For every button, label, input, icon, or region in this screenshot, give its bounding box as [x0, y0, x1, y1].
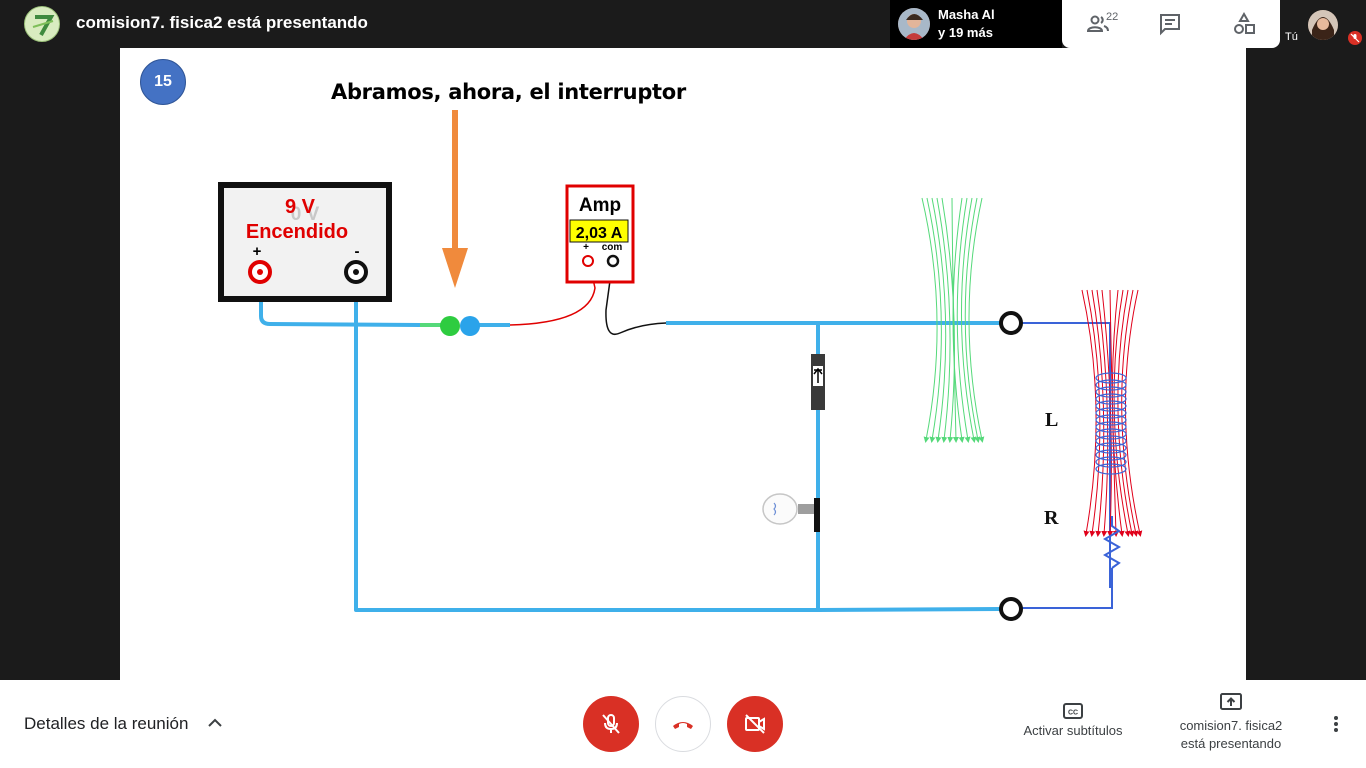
circuit-diagram: 0 V 9 V Encendido + - Amp 2,03 A + com L… — [218, 110, 1143, 621]
ammeter: Amp 2,03 A + com — [565, 184, 635, 284]
captions-button[interactable]: CC Activar subtítulos — [1016, 702, 1130, 738]
mic-toggle-button[interactable] — [583, 696, 639, 752]
present-screen-icon — [1220, 693, 1242, 710]
activities-button[interactable] — [1208, 0, 1280, 48]
battery-minus-sign: - — [355, 243, 360, 260]
presenting-button[interactable]: comision7. fisica2 está presentando — [1172, 692, 1290, 753]
participant-avatar — [898, 8, 930, 40]
muted-mic-icon — [1348, 31, 1362, 45]
terminal-top — [999, 311, 1023, 335]
chevron-up-icon[interactable] — [206, 714, 224, 732]
resistor — [1102, 516, 1122, 569]
ammeter-label: Amp — [579, 195, 621, 216]
presenter-avatar — [24, 6, 60, 42]
presenter-title: comision7. fisica2 está presentando — [76, 13, 368, 32]
green-field-lines — [921, 197, 985, 443]
participant-chip[interactable]: Masha Al y 19 más — [890, 0, 1062, 48]
circuit-wires — [259, 276, 1001, 612]
chat-button[interactable] — [1134, 0, 1206, 48]
switch-contact-green — [440, 316, 460, 336]
leave-call-button[interactable] — [655, 696, 711, 752]
top-bar: comision7. fisica2 está presentando Mash… — [0, 0, 1366, 48]
resistor-label: R — [1044, 507, 1059, 529]
self-view[interactable]: Tú — [1280, 0, 1366, 48]
ammeter-com: com — [602, 242, 623, 253]
hang-up-icon — [673, 722, 693, 729]
light-bulb — [762, 493, 820, 532]
battery-state: Encendido — [246, 221, 348, 243]
self-label: Tú — [1285, 31, 1298, 43]
chat-icon — [1160, 14, 1180, 36]
present-label-line2: está presentando — [1180, 736, 1282, 751]
participant-name: Masha Al — [938, 7, 995, 22]
captions-label: Activar subtítulos — [1023, 723, 1123, 738]
self-avatar — [1308, 10, 1338, 40]
battery-voltage: 9 V — [285, 196, 316, 218]
diode — [811, 354, 825, 410]
power-supply: 0 V 9 V Encendido + - — [218, 182, 392, 302]
switch-contact-blue — [460, 316, 480, 336]
presentation-slide: 15 Abramos, ahora, el interruptor 0 V 9 … — [120, 48, 1246, 680]
people-count: 22 — [1106, 11, 1119, 23]
ammeter-reading: 2,03 A — [576, 225, 623, 242]
ammeter-plus: + — [583, 242, 589, 253]
participant-more: y 19 más — [938, 25, 993, 40]
inductor-label: L — [1045, 409, 1058, 431]
camera-off-icon — [745, 714, 765, 734]
shapes-icon — [1234, 12, 1255, 34]
camera-toggle-button[interactable] — [727, 696, 783, 752]
mic-off-icon — [602, 714, 620, 734]
more-options-icon[interactable] — [1326, 714, 1346, 734]
bottom-bar: Detalles de la reunión CC Activar subtít… — [0, 680, 1366, 768]
svg-text:CC: CC — [1068, 710, 1078, 717]
meeting-tools: 22 — [1062, 0, 1280, 48]
closed-captions-icon: CC — [1063, 703, 1083, 719]
pointer-arrow — [442, 110, 468, 288]
battery-plus-sign: + — [253, 243, 262, 260]
present-label-line1: comision7. fisica2 — [1179, 718, 1283, 733]
red-field-lines — [1081, 289, 1143, 537]
terminal-bottom — [999, 597, 1023, 621]
meeting-details-button[interactable]: Detalles de la reunión — [24, 714, 188, 734]
people-button[interactable]: 22 — [1062, 0, 1134, 48]
